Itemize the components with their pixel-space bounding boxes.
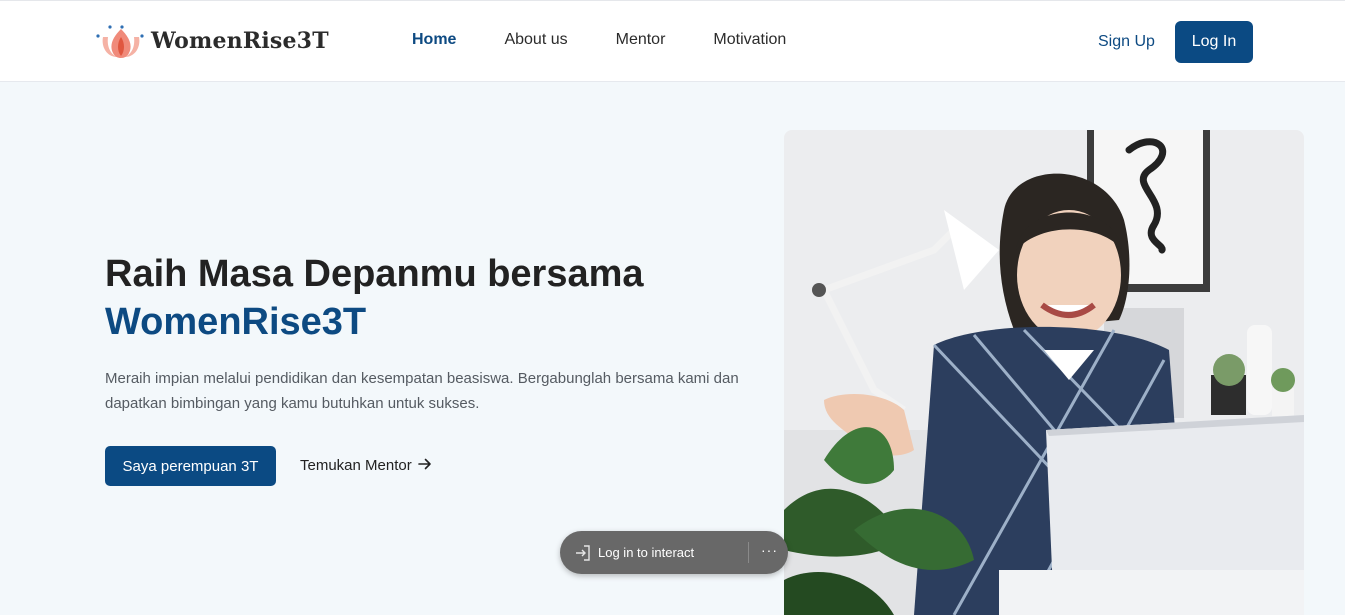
- log-in-button[interactable]: Log In: [1175, 21, 1253, 63]
- saya-perempuan-3t-button[interactable]: Saya perempuan 3T: [105, 446, 276, 486]
- brand-name: WomenRise3T: [151, 28, 329, 54]
- brand[interactable]: WomenRise3T: [95, 23, 329, 59]
- temukan-mentor-label: Temukan Mentor: [300, 457, 412, 474]
- more-options-icon[interactable]: ···: [761, 542, 778, 558]
- hero-photo: [784, 130, 1304, 615]
- nav-item-motivation[interactable]: Motivation: [713, 31, 786, 49]
- temukan-mentor-link[interactable]: Temukan Mentor: [300, 457, 432, 474]
- sign-up-link[interactable]: Sign Up: [1098, 33, 1155, 51]
- log-in-to-interact-overlay: Log in to interact ···: [560, 531, 788, 574]
- hero-description: Meraih impian melalui pendidikan dan kes…: [105, 370, 739, 412]
- pill-divider: [748, 542, 749, 563]
- nav-item-mentor[interactable]: Mentor: [616, 31, 666, 49]
- hero-title: Raih Masa Depanmu bersama WomenRise3T: [105, 250, 644, 346]
- nav-item-about-us[interactable]: About us: [504, 31, 567, 49]
- navbar: WomenRise3T Home About us Mentor Motivat…: [0, 1, 1345, 82]
- hero-title-line1: Raih Masa Depanmu bersama: [105, 253, 644, 295]
- hero-title-brand: WomenRise3T: [105, 301, 367, 343]
- nav-item-home[interactable]: Home: [412, 31, 456, 49]
- sign-in-icon: [574, 544, 592, 562]
- log-in-to-interact-label[interactable]: Log in to interact: [598, 545, 694, 560]
- arrow-right-icon: [417, 457, 432, 474]
- main-nav: Home About us Mentor Motivation: [412, 31, 834, 49]
- lotus-flower-icon: [95, 23, 145, 59]
